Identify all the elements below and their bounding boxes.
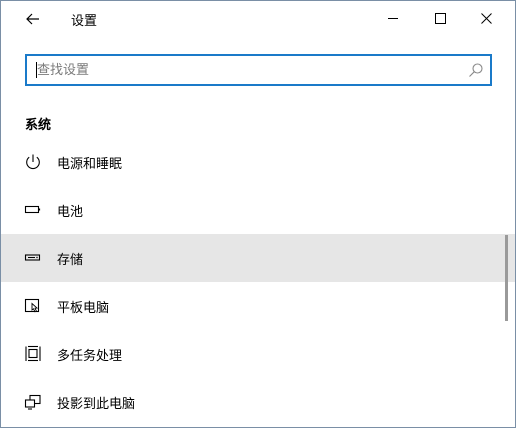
title-bar: 设置 xyxy=(1,1,515,37)
nav-item-power-sleep[interactable]: 电源和睡眠 xyxy=(1,138,515,186)
search-icon[interactable] xyxy=(468,62,484,78)
search-box[interactable] xyxy=(25,54,492,86)
nav-item-label: 电源和睡眠 xyxy=(57,157,123,172)
project-icon xyxy=(24,394,41,410)
multitasking-icon xyxy=(25,345,41,362)
back-button[interactable] xyxy=(13,5,53,33)
text-caret xyxy=(36,62,37,78)
nav-item-label: 投影到此电脑 xyxy=(57,397,136,412)
minimize-icon xyxy=(387,17,398,19)
window-title: 设置 xyxy=(71,14,98,29)
nav-item-project-to-pc[interactable]: 投影到此电脑 xyxy=(1,378,515,426)
nav-item-label: 电池 xyxy=(57,205,84,220)
maximize-icon xyxy=(434,12,446,24)
nav-item-storage[interactable]: 存储 xyxy=(1,234,515,282)
scrollbar-thumb[interactable] xyxy=(505,235,508,321)
section-heading: 系统 xyxy=(25,118,52,133)
storage-icon xyxy=(24,254,41,261)
battery-icon xyxy=(24,205,41,214)
nav-item-label: 平板电脑 xyxy=(57,301,110,316)
nav-item-battery[interactable]: 电池 xyxy=(1,186,515,234)
nav-item-label: 多任务处理 xyxy=(57,349,123,364)
nav-item-tablet[interactable]: 平板电脑 xyxy=(1,282,515,330)
settings-window: 设置 系统 xyxy=(0,0,516,428)
maximize-button[interactable] xyxy=(417,1,463,35)
minimize-button[interactable] xyxy=(370,1,416,35)
close-button[interactable] xyxy=(463,1,509,35)
nav-item-label: 存储 xyxy=(57,253,84,268)
nav-item-multitasking[interactable]: 多任务处理 xyxy=(1,330,515,378)
arrow-left-icon xyxy=(26,13,39,25)
tablet-icon xyxy=(24,298,40,313)
power-icon xyxy=(26,154,40,170)
nav-list: 电源和睡眠 电池 存储 平板电脑 多任务处理 投影到此电脑 xyxy=(1,138,515,426)
close-icon xyxy=(480,12,492,24)
search-input[interactable] xyxy=(33,56,457,84)
